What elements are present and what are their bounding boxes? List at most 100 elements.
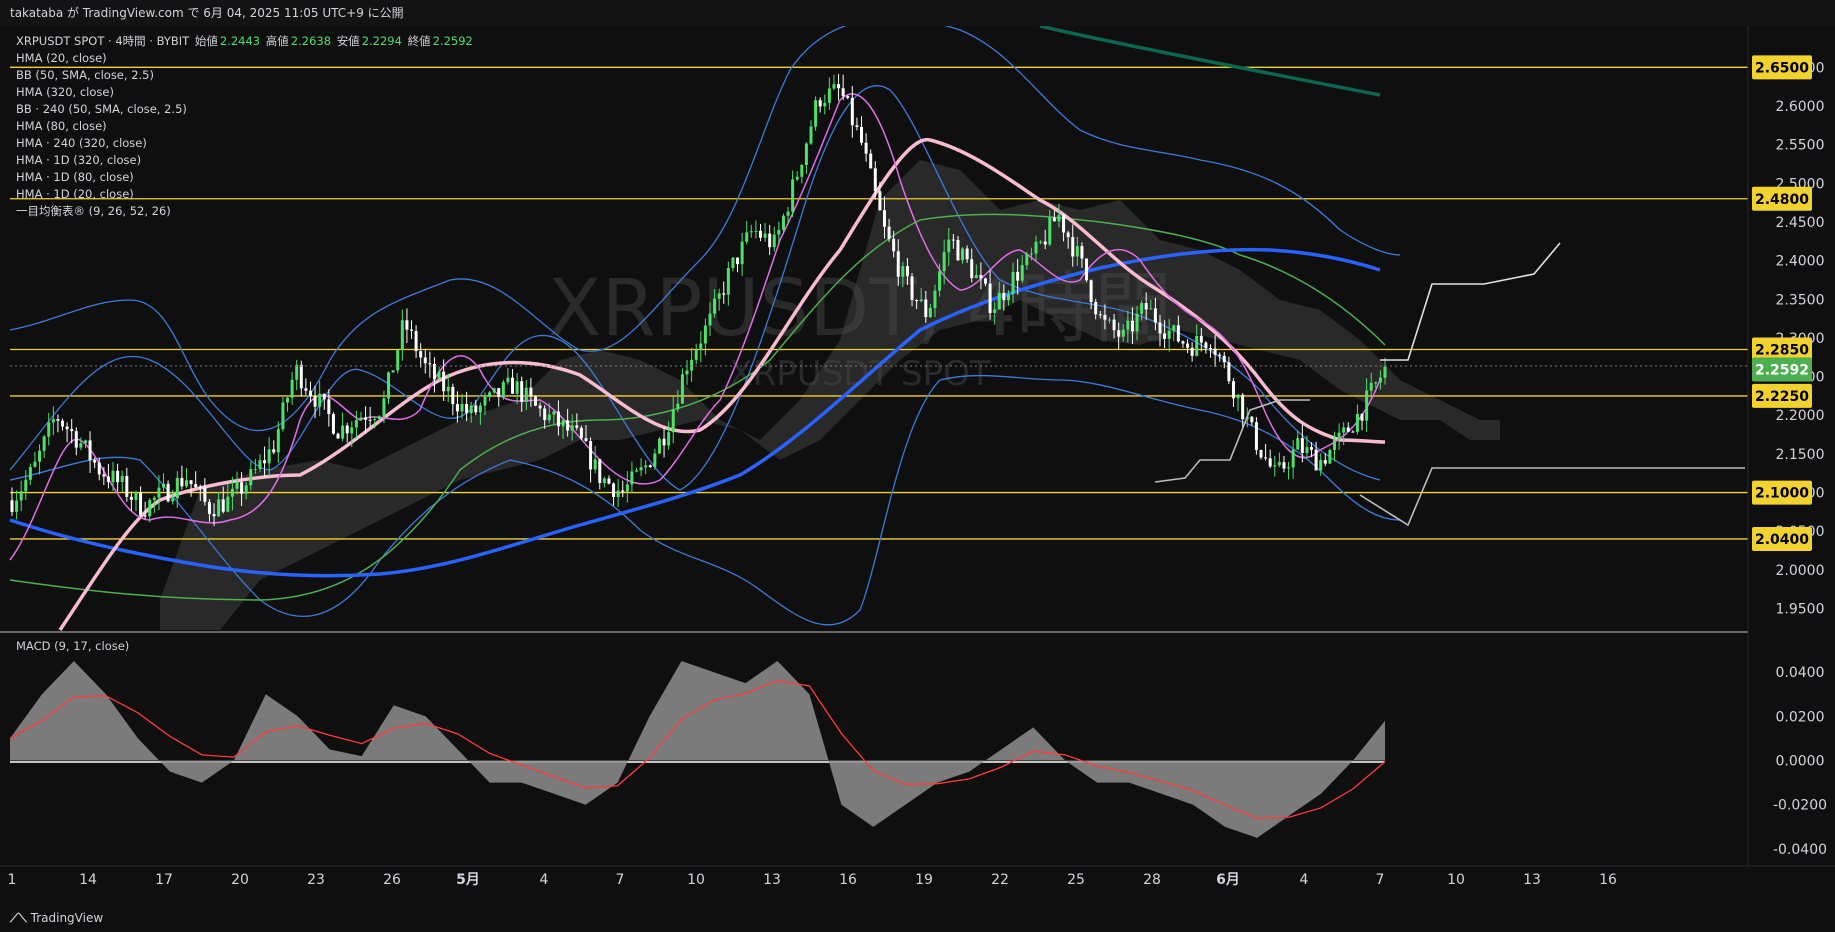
candle-body — [400, 320, 404, 351]
candle-body — [602, 478, 606, 483]
candle-body — [520, 381, 524, 402]
time-tick-label: 13 — [763, 872, 781, 888]
candle-body — [1066, 232, 1070, 238]
indicator-bb[interactable]: BB (50, SMA, close, 2.5) — [16, 67, 475, 84]
candle-body — [1153, 308, 1157, 323]
candle-body — [928, 308, 932, 318]
candle-body — [763, 233, 767, 238]
candle-body — [736, 257, 740, 265]
current-price-label: 2.2592 — [1755, 362, 1809, 378]
candle-body — [478, 405, 482, 413]
candle-body — [497, 388, 501, 397]
ohlc-open-label: 始値 — [194, 34, 218, 48]
candle-body — [267, 449, 271, 464]
candle-body — [1231, 381, 1235, 399]
candle-body — [391, 370, 395, 373]
candle-body — [474, 405, 478, 413]
candle-body — [24, 479, 28, 492]
candle-body — [1062, 215, 1066, 233]
candle-body — [644, 465, 648, 468]
candle-body — [1085, 258, 1089, 281]
candle-body — [731, 257, 735, 269]
candle-body — [1135, 313, 1139, 332]
indicator-hma-20[interactable]: HMA (20, close) — [16, 50, 475, 67]
candle-body — [1250, 416, 1254, 423]
candle-body — [341, 425, 345, 439]
candle-body — [1264, 457, 1268, 459]
indicator-hma-80[interactable]: HMA (80, close) — [16, 118, 475, 135]
candle-body — [286, 397, 290, 403]
candle-body — [1337, 432, 1341, 440]
time-tick-label: 14 — [79, 872, 97, 888]
candle-body — [1002, 292, 1006, 301]
indicator-hma-1d-80[interactable]: HMA · 1D (80, close) — [16, 169, 475, 186]
candle-body — [850, 97, 854, 126]
candle-body — [47, 422, 51, 437]
brand-label: TradingView — [30, 911, 104, 925]
candle-body — [795, 176, 799, 180]
candle-body — [1071, 237, 1075, 257]
candle-body — [933, 290, 937, 309]
indicator-hma-320[interactable]: HMA (320, close) — [16, 84, 475, 101]
candle-body — [1360, 413, 1364, 421]
candle-body — [533, 396, 537, 406]
candle-body — [120, 475, 124, 483]
candle-body — [965, 248, 969, 260]
price-tick-label: 2.6000 — [1776, 99, 1825, 115]
candle-body — [240, 482, 244, 494]
candle-body — [947, 239, 951, 253]
indicator-bb-240[interactable]: BB · 240 (50, SMA, close, 2.5) — [16, 101, 475, 118]
candle-body — [42, 436, 46, 451]
candle-body — [1355, 413, 1359, 432]
candle-body — [598, 459, 602, 483]
candle-body — [579, 427, 583, 439]
candle-body — [249, 469, 253, 486]
indicator-hma-1d-20[interactable]: HMA · 1D (20, close) — [16, 186, 475, 203]
time-tick-label: 19 — [915, 872, 933, 888]
price-tick-label: 2.1500 — [1776, 447, 1825, 463]
macd-title[interactable]: MACD (9, 17, close) — [16, 638, 129, 655]
candle-body — [915, 300, 919, 302]
candle-body — [772, 234, 776, 248]
macd-tick-label: -0.0400 — [1773, 842, 1827, 858]
candle-body — [951, 239, 955, 241]
macd-legend: MACD (9, 17, close) — [16, 638, 129, 655]
indicator-ichimoku[interactable]: 一目均衡表® (9, 26, 52, 26) — [16, 203, 475, 220]
candle-body — [166, 483, 170, 502]
candle-body — [56, 419, 60, 421]
time-tick-label: 23 — [307, 872, 325, 888]
candle-body — [905, 266, 909, 277]
candle-body — [171, 498, 175, 502]
candle-body — [336, 433, 340, 439]
price-tick-label: 2.5500 — [1776, 138, 1825, 154]
candle-body — [676, 403, 680, 410]
tradingview-brand[interactable]: ⟋⟍ TradingView — [10, 911, 103, 926]
candle-body — [10, 500, 14, 512]
indicator-hma-240-320[interactable]: HMA · 240 (320, close) — [16, 135, 475, 152]
candle-body — [1319, 460, 1323, 471]
candle-body — [1025, 253, 1029, 266]
candle-body — [423, 357, 427, 364]
candle-body — [304, 388, 308, 391]
level-tag-label: 2.2850 — [1755, 343, 1809, 359]
candle-body — [318, 393, 322, 407]
candle-body — [648, 465, 652, 468]
candle-body — [1287, 467, 1291, 469]
candle-body — [570, 425, 574, 431]
candle-body — [253, 469, 257, 471]
ohlc-low-value: 2.2294 — [361, 34, 402, 48]
candle-body — [1282, 462, 1286, 469]
candle-body — [125, 475, 129, 497]
indicator-hma-1d-320[interactable]: HMA · 1D (320, close) — [16, 152, 475, 169]
candle-body — [630, 471, 634, 485]
time-tick-label: 16 — [1599, 872, 1617, 888]
candle-body — [616, 490, 620, 497]
candle-body — [791, 179, 795, 212]
candle-body — [740, 241, 744, 265]
candle-body — [1130, 320, 1134, 332]
candle-body — [230, 488, 234, 497]
candle-body — [1314, 449, 1318, 471]
time-tick-label: 13 — [1523, 872, 1541, 888]
ohlc-high-value: 2.2638 — [290, 34, 332, 48]
candle-body — [717, 293, 721, 299]
